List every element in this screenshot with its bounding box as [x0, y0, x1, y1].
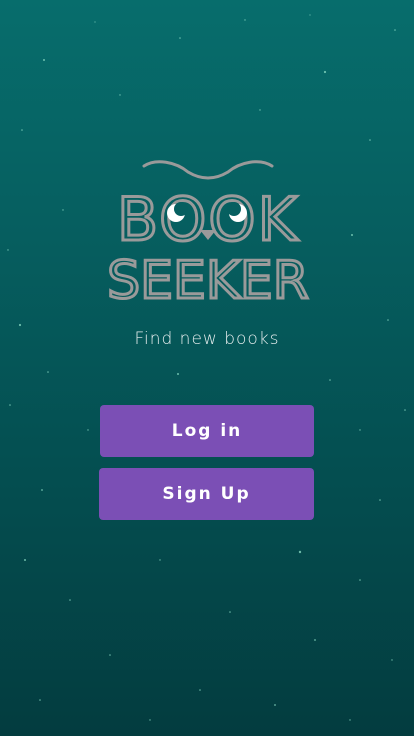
logo-line2: SEEKER	[107, 251, 309, 304]
owl-brow-icon	[142, 160, 274, 180]
book-seeker-logo: BOOK SEEKER	[106, 160, 310, 304]
starfield-background	[7, 14, 406, 721]
signup-button[interactable]: Sign Up	[99, 468, 314, 520]
logo-line1: BOOK	[117, 185, 299, 255]
tagline: Find new books	[134, 329, 280, 349]
welcome-screen: BOOK SEEKER Find new books Log in Sign U…	[0, 0, 414, 736]
login-button[interactable]: Log in	[100, 405, 314, 457]
